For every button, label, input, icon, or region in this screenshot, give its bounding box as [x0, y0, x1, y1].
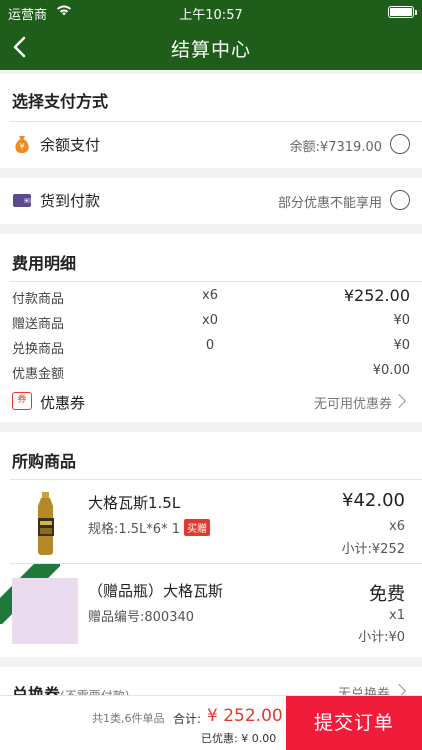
- product-subtotal: 小计:¥252: [341, 542, 405, 557]
- product-price: ¥42.00: [342, 490, 405, 511]
- fees-title: 费用明细: [12, 254, 77, 273]
- battery-icon: [388, 6, 414, 18]
- buy-gift-tag: 买赠: [183, 519, 210, 536]
- balance-radio[interactable]: [390, 134, 410, 154]
- clock: 上午10:57: [179, 8, 243, 23]
- product-spec: 规格:1.5L*6* 1 买赠: [88, 518, 210, 537]
- chevron-right-icon: [391, 393, 407, 409]
- payment-option-balance[interactable]: ¥ 余额支付 余额:¥7319.00: [0, 122, 422, 166]
- gift-qty: x1: [389, 608, 405, 623]
- product-qty: x6: [389, 519, 405, 534]
- products-section: 所购商品 大格瓦斯1.5L 规格:1.5L*6* 1 买赠 ¥42.00 x6 小…: [0, 432, 422, 657]
- payment-option-label: 货到付款: [40, 192, 101, 210]
- svg-text:¥: ¥: [19, 142, 24, 151]
- coupon-row[interactable]: 券 优惠券 无可用优惠券: [0, 380, 422, 422]
- gift-product-image: [12, 578, 78, 644]
- submit-order-button[interactable]: 提交订单: [286, 696, 422, 750]
- payment-title: 选择支付方式: [12, 92, 109, 111]
- gift-subtotal: 小计:¥0: [358, 630, 405, 645]
- page-title: 结算中心: [170, 39, 251, 61]
- product-name: 大格瓦斯1.5L: [88, 494, 181, 512]
- fee-row-exchange: 兑换商品 0 ¥0: [12, 338, 410, 357]
- coupon-hint: 无可用优惠券: [313, 397, 392, 412]
- item-summary: 共1类,6件单品: [92, 712, 165, 725]
- fee-row-gift: 赠送商品 x0 ¥0: [12, 313, 410, 332]
- gift-number: 赠品编号:800340: [88, 610, 195, 625]
- cod-radio[interactable]: [390, 190, 410, 210]
- cod-note: 部分优惠不能享用: [277, 196, 382, 211]
- gift-product-name: （赠品瓶）大格瓦斯: [88, 582, 224, 600]
- checkout-bar: 共1类,6件单品 合计: ¥ 252.00 已优惠: ¥ 0.00 提交订单: [0, 695, 422, 750]
- balance-amount: 余额:¥7319.00: [289, 140, 382, 155]
- wallet-icon: [12, 190, 32, 210]
- fee-row-paid: 付款商品 x6 ¥252.00: [12, 286, 410, 307]
- products-title: 所购商品: [12, 452, 77, 471]
- payment-section: 选择支付方式 ¥ 余额支付 余额:¥7319.00: [0, 74, 422, 168]
- nav-bar: 结算中心: [0, 24, 422, 70]
- total-amount: ¥ 252.00: [207, 706, 283, 726]
- discount-amount: 已优惠: ¥ 0.00: [201, 732, 277, 745]
- product-image-bottle: [12, 490, 78, 556]
- coupon-label: 优惠券: [40, 394, 86, 412]
- payment-option-label: 余额支付: [40, 136, 101, 154]
- total-label: 合计:: [173, 712, 202, 726]
- gift-price: 免费: [369, 584, 405, 605]
- status-bar: 运营商 上午10:57: [0, 0, 422, 24]
- coupon-icon: 券: [12, 392, 32, 410]
- payment-cod-section: 货到付款 部分优惠不能享用: [0, 178, 422, 224]
- money-bag-icon: ¥: [12, 134, 32, 154]
- payment-option-cod[interactable]: 货到付款 部分优惠不能享用: [0, 178, 422, 222]
